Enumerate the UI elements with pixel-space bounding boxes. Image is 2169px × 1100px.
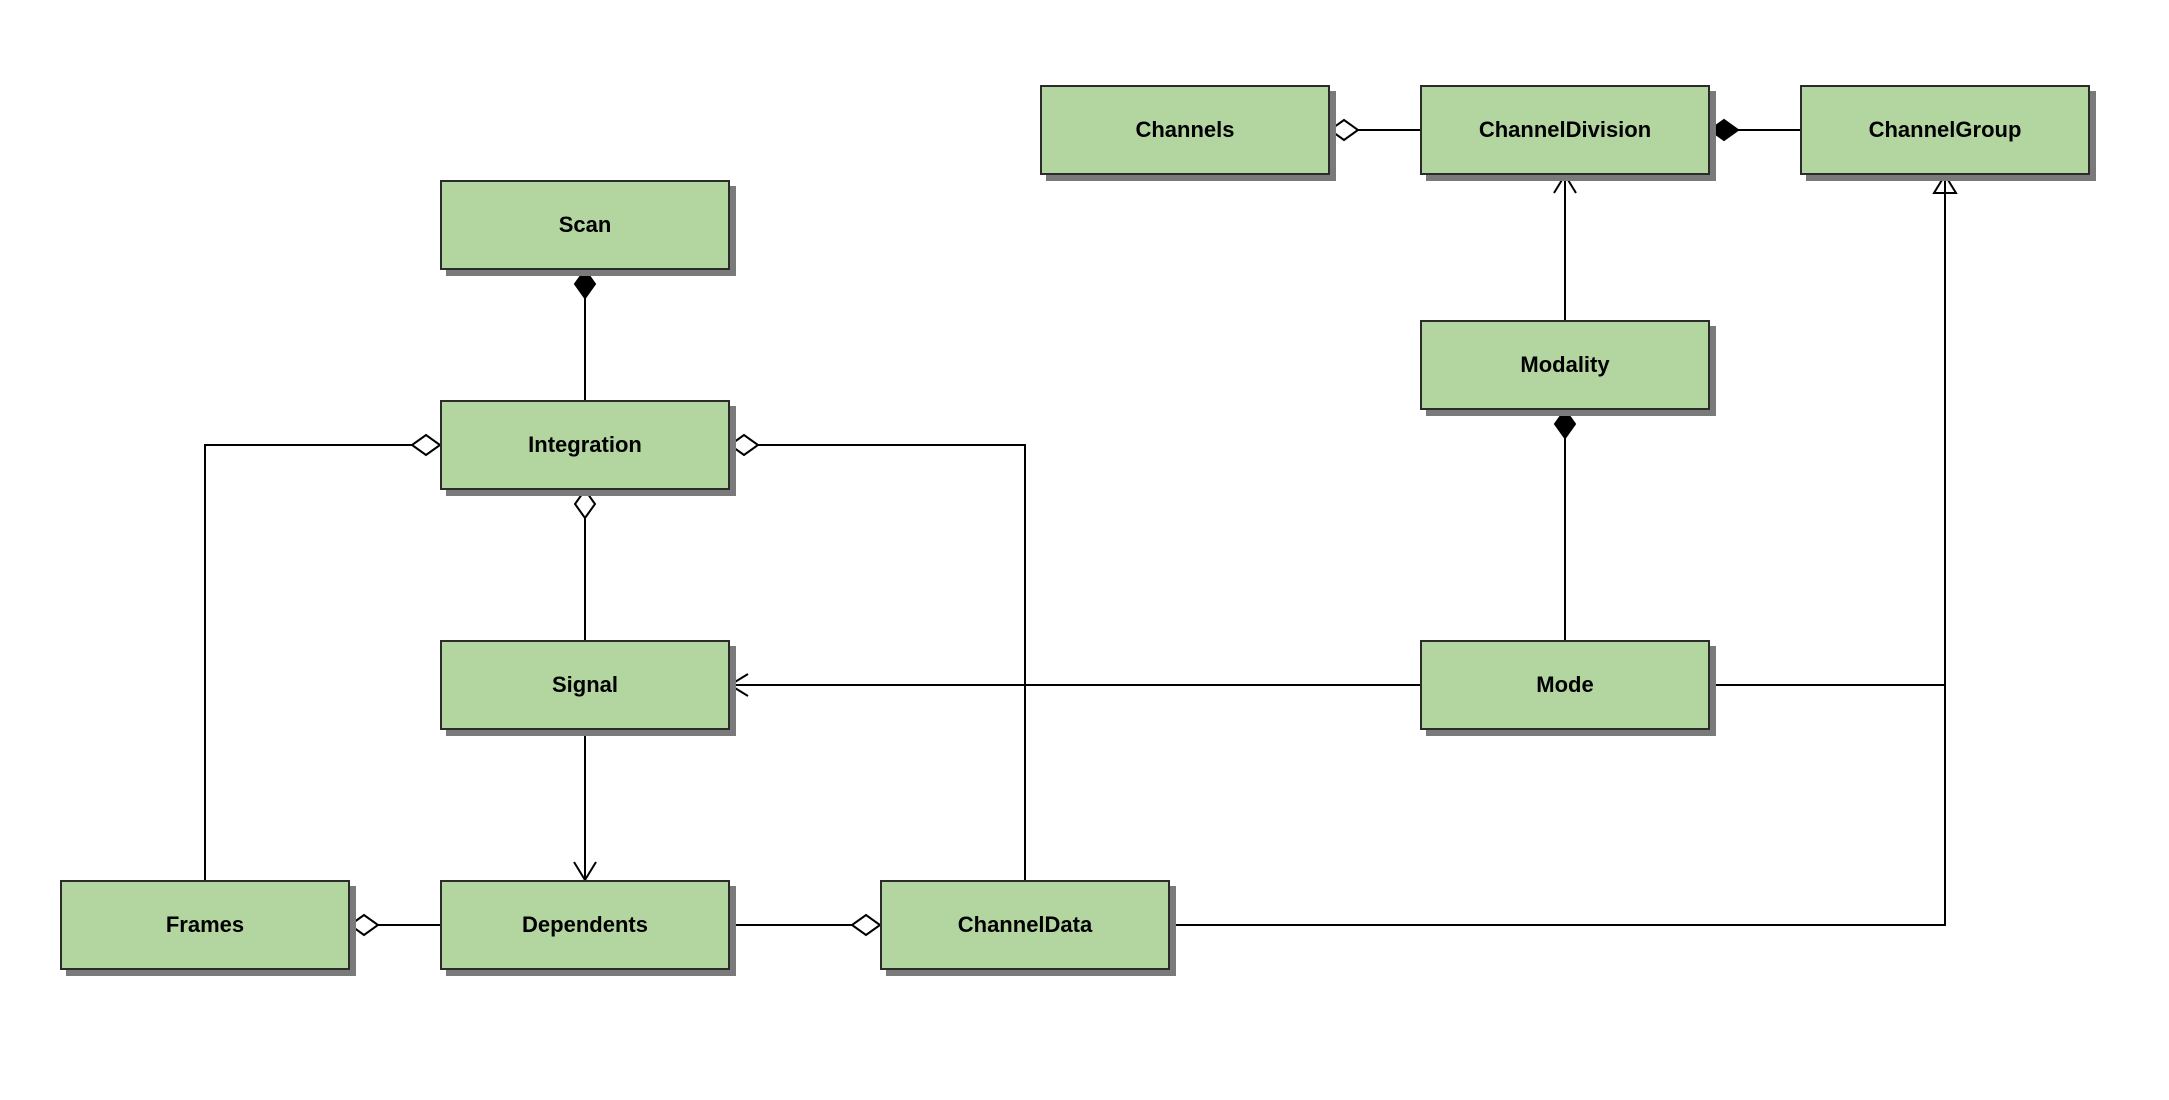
connector-mode-signal-arrow [730, 674, 1420, 696]
node-modality[interactable]: Modality [1420, 320, 1710, 410]
node-scan[interactable]: Scan [440, 180, 730, 270]
node-label: Integration [528, 432, 642, 458]
connector-mode-channelgroup-assoc [1710, 175, 1945, 685]
node-channeldivision[interactable]: ChannelDivision [1420, 85, 1710, 175]
node-signal[interactable]: Signal [440, 640, 730, 730]
node-label: ChannelDivision [1479, 117, 1651, 143]
connector-integration-channeldata-aggregation [730, 435, 1025, 880]
connector-channeldivision-channelgroup-composition [1710, 120, 1800, 140]
connector-integration-frames-aggregation [205, 435, 440, 880]
node-label: ChannelGroup [1869, 117, 2022, 143]
node-channelgroup[interactable]: ChannelGroup [1800, 85, 2090, 175]
connector-modality-channeldivision-arrow [1554, 175, 1576, 320]
node-integration[interactable]: Integration [440, 400, 730, 490]
diagram-canvas: Scan Integration Signal Frames Dependents Cha… [0, 0, 2169, 1100]
connector-channeldivision-channels-aggregation [1330, 120, 1420, 140]
node-mode[interactable]: Mode [1420, 640, 1710, 730]
connector-frames-dependents-aggregation [350, 915, 440, 935]
node-channels[interactable]: Channels [1040, 85, 1330, 175]
connector-integration-signal-aggregation [575, 490, 595, 640]
connector-dependents-channeldata-aggregation [730, 915, 880, 935]
node-label: Signal [552, 672, 618, 698]
connector-mode-modality-composition [1555, 410, 1575, 640]
node-channeldata[interactable]: ChannelData [880, 880, 1170, 970]
connector-signal-dependents-arrow [574, 730, 596, 880]
node-label: Modality [1520, 352, 1609, 378]
node-label: Frames [166, 912, 244, 938]
node-label: ChannelData [958, 912, 1092, 938]
connector-channeldata-channelgroup-generalize [1170, 175, 1956, 925]
node-label: Mode [1536, 672, 1593, 698]
node-label: Dependents [522, 912, 648, 938]
node-dependents[interactable]: Dependents [440, 880, 730, 970]
connector-scan-integration-composition [575, 270, 595, 400]
node-label: Channels [1135, 117, 1234, 143]
node-label: Scan [559, 212, 612, 238]
node-frames[interactable]: Frames [60, 880, 350, 970]
